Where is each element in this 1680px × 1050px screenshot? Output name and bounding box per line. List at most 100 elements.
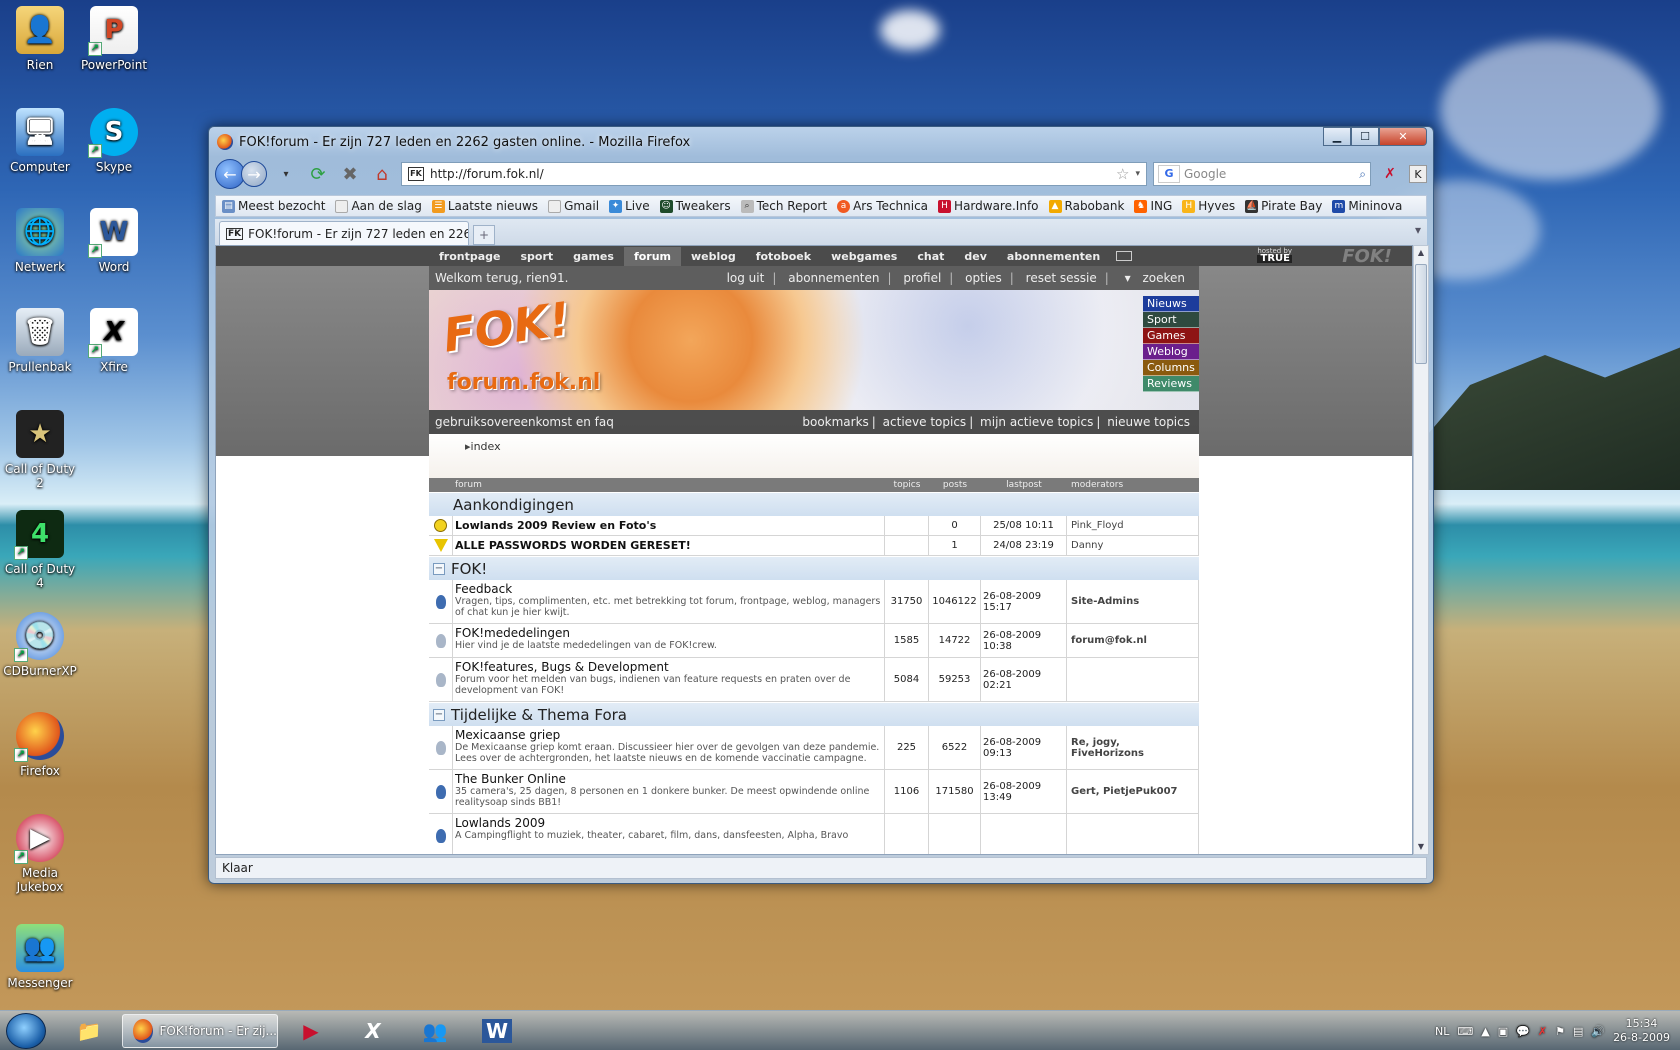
flag-icon[interactable]: ⚑ bbox=[1555, 1025, 1565, 1038]
bookmark-item[interactable]: ▤ Meest bezocht bbox=[222, 199, 325, 213]
scroll-up-icon[interactable]: ▲ bbox=[1414, 246, 1428, 260]
category-weblog[interactable]: Weblog bbox=[1143, 344, 1199, 360]
table-row[interactable]: Lowlands 2009 A Campingflight to muziek, … bbox=[429, 814, 1199, 854]
tab-list-dropdown-icon[interactable]: ▾ bbox=[1409, 223, 1427, 245]
link-bookmarks[interactable]: bookmarks bbox=[802, 415, 868, 429]
taskbar-xfire[interactable]: X bbox=[346, 1014, 400, 1048]
new-tab-button[interactable]: + bbox=[473, 225, 495, 245]
desktop-icon-computer[interactable]: 🖥 Computer bbox=[0, 108, 80, 174]
bookmark-item[interactable]: Gmail bbox=[548, 199, 599, 213]
desktop-icon-skype[interactable]: S ↗ Skype bbox=[74, 108, 154, 174]
tray-app-icon[interactable]: ▣ bbox=[1498, 1025, 1508, 1038]
category-games[interactable]: Games bbox=[1143, 328, 1199, 344]
desktop-icon-rien[interactable]: 👤 Rien bbox=[0, 6, 80, 72]
link-abonnementen[interactable]: abonnementen bbox=[788, 271, 879, 285]
table-row[interactable]: Lowlands 2009 Review en Foto's 0 25/08 1… bbox=[429, 516, 1199, 536]
home-icon[interactable]: ⌂ bbox=[369, 161, 395, 187]
link-reset-sessie[interactable]: reset sessie bbox=[1026, 271, 1097, 285]
page-viewport[interactable]: frontpage sport games forum weblog fotob… bbox=[215, 245, 1413, 855]
collapse-icon[interactable]: − bbox=[433, 708, 445, 721]
bookmark-item[interactable]: m Mininova bbox=[1332, 199, 1402, 213]
table-row[interactable]: The Bunker Online 35 camera's, 25 dagen, … bbox=[429, 770, 1199, 814]
scrollbar-thumb[interactable] bbox=[1415, 264, 1427, 364]
taskbar-explorer[interactable]: 📁 bbox=[62, 1014, 116, 1048]
start-button[interactable] bbox=[6, 1013, 46, 1049]
fok-logo[interactable]: FOK! bbox=[440, 291, 573, 362]
collapse-icon[interactable]: − bbox=[433, 562, 445, 575]
forward-button[interactable]: → bbox=[241, 161, 267, 187]
nav-games[interactable]: games bbox=[563, 247, 624, 266]
volume-icon[interactable]: 🔊 bbox=[1591, 1025, 1605, 1038]
addon-k-icon[interactable]: K bbox=[1409, 165, 1427, 183]
stop-icon[interactable]: ✖ bbox=[337, 161, 363, 187]
history-dropdown-icon[interactable]: ▾ bbox=[273, 161, 299, 187]
addon-icon[interactable]: ✗ bbox=[1377, 161, 1403, 187]
bookmark-item[interactable]: H Hyves bbox=[1182, 199, 1235, 213]
link-actieve-topics[interactable]: actieve topics bbox=[883, 415, 967, 429]
table-row[interactable]: FOK!features, Bugs & Development Forum vo… bbox=[429, 658, 1199, 702]
link-mijn-actieve-topics[interactable]: mijn actieve topics bbox=[980, 415, 1093, 429]
desktop-icon-cod4[interactable]: 4 ↗ Call of Duty 4 bbox=[0, 510, 80, 590]
nav-weblog[interactable]: weblog bbox=[681, 247, 746, 266]
nav-sport[interactable]: sport bbox=[511, 247, 564, 266]
vertical-scrollbar[interactable]: ▲ ▼ bbox=[1413, 245, 1429, 855]
desktop-icon-media-jukebox[interactable]: ▶ ↗ Media Jukebox bbox=[0, 814, 80, 894]
desktop-icon-cod2[interactable]: ★ Call of Duty 2 bbox=[0, 410, 80, 490]
search-box[interactable]: G Google ⌕ bbox=[1153, 162, 1371, 186]
category-nieuws[interactable]: Nieuws bbox=[1143, 296, 1199, 312]
bookmark-item[interactable]: ▲ Rabobank bbox=[1048, 199, 1124, 213]
language-indicator[interactable]: NL bbox=[1435, 1025, 1449, 1038]
desktop-icon-powerpoint[interactable]: P ↗ PowerPoint bbox=[74, 6, 154, 72]
bookmark-item[interactable]: a Ars Technica bbox=[837, 199, 928, 213]
maximize-button[interactable]: ☐ bbox=[1351, 127, 1379, 146]
search-icon[interactable]: ⌕ bbox=[1359, 167, 1366, 182]
google-icon[interactable]: G bbox=[1158, 165, 1180, 183]
bookmark-star-icon[interactable]: ☆ bbox=[1116, 165, 1129, 183]
table-row[interactable]: FOK!mededelingen Hier vind je de laatste … bbox=[429, 624, 1199, 658]
show-hidden-icons[interactable]: ▲ bbox=[1481, 1025, 1489, 1038]
nav-frontpage[interactable]: frontpage bbox=[429, 247, 511, 266]
close-button[interactable]: ✕ bbox=[1379, 127, 1427, 146]
bookmark-item[interactable]: ☰ Laatste nieuws bbox=[431, 199, 538, 213]
desktop-icon-word[interactable]: W ↗ Word bbox=[74, 208, 154, 274]
category-reviews[interactable]: Reviews bbox=[1143, 376, 1199, 392]
mail-icon[interactable] bbox=[1116, 251, 1133, 261]
desktop-icon-cdburnerxp[interactable]: 💿 ↗ CDBurnerXP bbox=[0, 612, 80, 678]
taskbar-media-jukebox[interactable]: ▶ bbox=[284, 1014, 338, 1048]
table-row[interactable]: Mexicaanse griep De Mexicaanse griep komt… bbox=[429, 726, 1199, 770]
chat-icon[interactable]: 💬 bbox=[1516, 1025, 1530, 1038]
taskbar-word[interactable]: W bbox=[470, 1014, 524, 1048]
url-dropdown-icon[interactable]: ▾ bbox=[1135, 169, 1140, 179]
taskbar-firefox[interactable]: FOK!forum - Er zij... bbox=[122, 1014, 278, 1048]
link-profiel[interactable]: profiel bbox=[903, 271, 941, 285]
bookmark-item[interactable]: ✦ Live bbox=[609, 199, 650, 213]
nav-webgames[interactable]: webgames bbox=[821, 247, 907, 266]
link-zoeken[interactable]: ▾ zoeken bbox=[1121, 271, 1189, 285]
bookmark-item[interactable]: ♞ ING bbox=[1134, 199, 1172, 213]
crumb-index[interactable]: index bbox=[471, 440, 501, 453]
hosted-by-true[interactable]: hosted by TRUE bbox=[1257, 247, 1292, 264]
desktop-icon-xfire[interactable]: X ↗ Xfire bbox=[74, 308, 154, 374]
reload-icon[interactable]: ⟳ bbox=[305, 161, 331, 187]
link-log-uit[interactable]: log uit bbox=[727, 271, 765, 285]
bookmark-item[interactable]: ⛵ Pirate Bay bbox=[1245, 199, 1322, 213]
nav-chat[interactable]: chat bbox=[907, 247, 954, 266]
taskbar-messenger[interactable]: 👥 bbox=[408, 1014, 462, 1048]
bookmark-item[interactable]: ☺ Tweakers bbox=[659, 199, 731, 213]
desktop-icon-prullenbak[interactable]: 🗑 Prullenbak bbox=[0, 308, 80, 374]
nav-dev[interactable]: dev bbox=[954, 247, 997, 266]
desktop-icon-firefox[interactable]: ↗ Firefox bbox=[0, 712, 80, 778]
table-row[interactable]: Feedback Vragen, tips, complimenten, etc.… bbox=[429, 580, 1199, 624]
window-titlebar[interactable]: FOK!forum - Er zijn 727 leden en 2262 ga… bbox=[217, 131, 690, 153]
desktop-icon-netwerk[interactable]: 🌐 Netwerk bbox=[0, 208, 80, 274]
clock[interactable]: 15:34 26-8-2009 bbox=[1613, 1017, 1670, 1045]
network-icon[interactable]: ▤ bbox=[1573, 1025, 1583, 1038]
minimize-button[interactable]: ▁ bbox=[1323, 127, 1351, 146]
category-columns[interactable]: Columns bbox=[1143, 360, 1199, 376]
nav-fotoboek[interactable]: fotoboek bbox=[746, 247, 821, 266]
tab-fok-forum[interactable]: FK FOK!forum - Er zijn 727 leden en 226.… bbox=[219, 221, 469, 245]
nav-forum[interactable]: forum bbox=[623, 246, 682, 266]
nav-abonnementen[interactable]: abonnementen bbox=[997, 247, 1110, 266]
scroll-down-icon[interactable]: ▼ bbox=[1414, 840, 1428, 854]
desktop-icon-messenger[interactable]: 👥 Messenger bbox=[0, 924, 80, 990]
